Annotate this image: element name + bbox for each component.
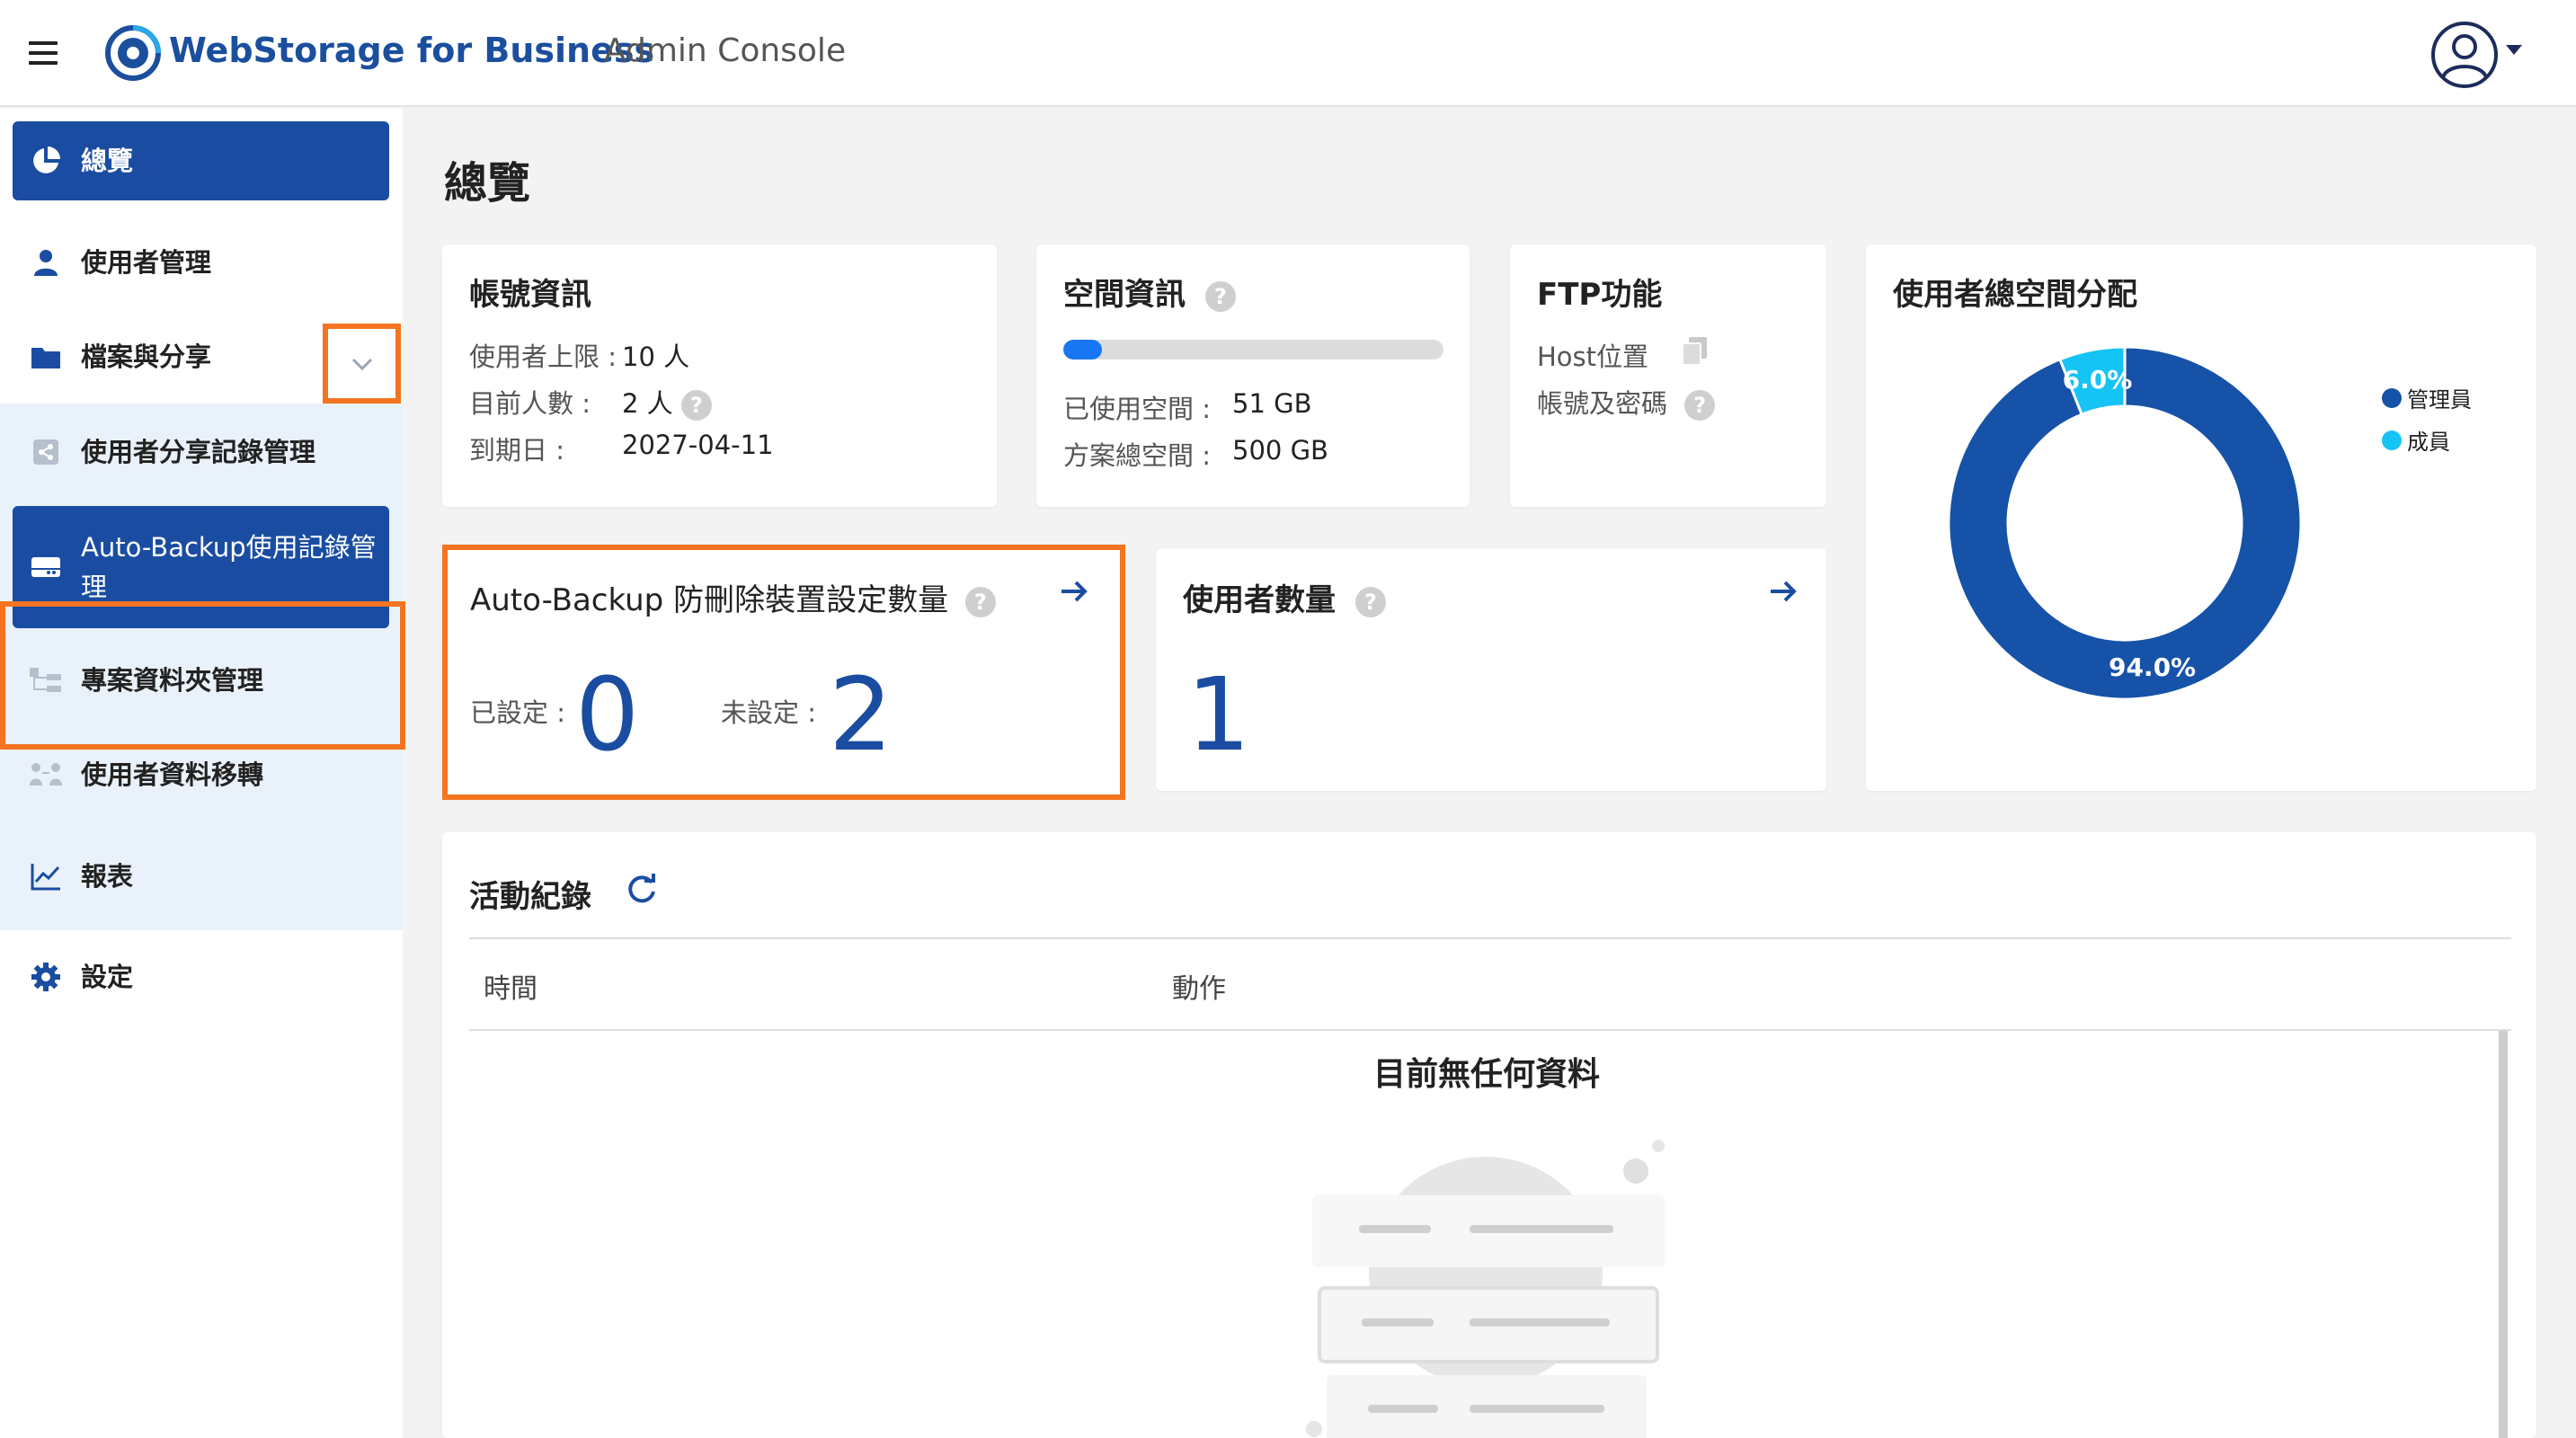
user-icon <box>29 245 63 280</box>
expiry-label: 到期日 : <box>469 435 564 466</box>
ftp-card: FTP功能 Host位置 帳號及密碼 ? <box>1510 244 1826 507</box>
legend-item-admin: 管理員 <box>2382 382 2472 413</box>
chevron-down-icon <box>351 358 372 370</box>
share-icon <box>29 435 63 469</box>
help-icon[interactable]: ? <box>680 390 712 421</box>
ftp-card-title: FTP功能 <box>1537 277 1663 313</box>
ftp-host-label: Host位置 <box>1537 342 1649 372</box>
space-title-text: 空間資訊 <box>1063 277 1186 313</box>
copy-icon[interactable] <box>1681 336 1710 367</box>
help-icon[interactable]: ? <box>1684 390 1716 421</box>
hamburger-icon[interactable] <box>29 41 58 65</box>
activity-log-title: 活動紀錄 <box>469 879 591 915</box>
help-icon[interactable]: ? <box>1204 280 1236 312</box>
sidebar-item-label: Auto-Backup使用記錄管理 <box>81 532 377 602</box>
scrollbar[interactable] <box>2499 1031 2508 1438</box>
legend-item-member: 成員 <box>2382 424 2450 456</box>
used-space-label: 已使用空間 : <box>1063 394 1211 424</box>
sidebar-item-label: 總覽 <box>81 146 134 176</box>
ftp-host-row: Host位置 <box>1537 336 1707 374</box>
legend-dot-admin <box>2382 387 2402 408</box>
folder-icon <box>29 340 63 374</box>
tree-icon <box>29 663 63 697</box>
user-limit-row: 使用者上限 : 10 人 <box>469 336 689 374</box>
storage-distribution-card: 使用者總空間分配 94.0% 6.0% 管理員 成員 <box>1866 244 2536 791</box>
sidebar: 總覽 使用者管理 檔案與分享 使用者分享記錄管理 Auto-Backup使用記錄… <box>0 109 405 1438</box>
brand-name: WebStorage for Business <box>169 31 655 70</box>
user-avatar-icon[interactable] <box>2429 20 2500 90</box>
user-count-card-title: 使用者數量 ? <box>1183 575 1386 619</box>
sidebar-item-label: 專案資料夾管理 <box>81 665 264 696</box>
sidebar-item-user-management[interactable]: 使用者管理 <box>13 223 389 302</box>
avatar-dropdown-caret-icon[interactable] <box>2506 45 2522 55</box>
sidebar-item-reports[interactable]: 報表 <box>13 837 389 916</box>
donut-label-member: 6.0% <box>2063 365 2133 395</box>
sidebar-item-label: 使用者分享記錄管理 <box>81 437 316 467</box>
user-count-label: 目前人數 : <box>469 388 591 419</box>
sidebar-item-overview[interactable]: 總覽 <box>13 121 389 200</box>
expiry-row: 到期日 : 2027-04-11 <box>469 430 774 467</box>
space-usage-progress-fill <box>1063 340 1103 360</box>
sidebar-item-share-log[interactable]: 使用者分享記錄管理 <box>13 413 389 492</box>
empty-state-text: 目前無任何資料 <box>1372 1056 1600 1093</box>
user-count-text: 2 人 <box>622 388 673 419</box>
sidebar-item-settings[interactable]: 設定 <box>13 937 389 1016</box>
brand-subtitle: Admin Console <box>604 32 847 69</box>
space-card-title: 空間資訊 ? <box>1063 270 1236 314</box>
drive-icon <box>29 550 63 584</box>
user-count-title-text: 使用者數量 <box>1183 582 1336 618</box>
arrow-right-icon[interactable] <box>1767 575 1799 608</box>
expiry-value: 2027-04-11 <box>622 430 774 460</box>
webstorage-logo-icon <box>105 25 161 81</box>
used-space-row: 已使用空間 : 51 GB <box>1063 388 1312 426</box>
pie-chart-icon <box>29 144 63 178</box>
space-info-card: 空間資訊 ? 已使用空間 : 51 GB 方案總空間 : 500 GB <box>1036 244 1470 507</box>
total-space-value: 500 GB <box>1232 435 1328 466</box>
used-space-value: 51 GB <box>1232 388 1312 419</box>
legend-dot-member <box>2382 430 2402 450</box>
column-header-action: 動作 <box>1172 973 1226 1005</box>
sidebar-item-project-folders[interactable]: 專案資料夾管理 <box>13 641 389 720</box>
empty-state-illustration <box>1306 1140 1665 1438</box>
account-card-title: 帳號資訊 <box>469 277 591 313</box>
refresh-icon[interactable] <box>625 872 659 906</box>
legend-label-admin: 管理員 <box>2407 387 2472 413</box>
page-title: 總覽 <box>444 158 531 209</box>
sidebar-item-label: 設定 <box>81 962 134 992</box>
storage-dist-title: 使用者總空間分配 <box>1893 277 2137 313</box>
donut-label-admin: 94.0% <box>2109 652 2196 682</box>
user-limit-value: 10 人 <box>622 342 690 372</box>
legend-label-member: 成員 <box>2407 430 2450 455</box>
user-count-row: 目前人數 : 2 人 ? <box>469 383 712 421</box>
gear-icon <box>29 960 63 994</box>
top-header: WebStorage for Business Admin Console <box>0 0 2576 107</box>
column-header-time: 時間 <box>484 973 537 1005</box>
sidebar-item-data-transfer[interactable]: 使用者資料移轉 <box>13 735 389 814</box>
help-icon[interactable]: ? <box>1355 586 1386 617</box>
expand-toggle-button[interactable] <box>323 324 401 404</box>
ftp-account-label: 帳號及密碼 <box>1537 388 1668 419</box>
space-usage-progress-bar <box>1063 340 1443 360</box>
user-count-card[interactable]: 使用者數量 ? 1 <box>1156 548 1826 791</box>
line-chart-icon <box>29 859 63 893</box>
autobackup-card-highlight <box>442 545 1125 800</box>
user-count-value: 1 <box>1186 657 1251 774</box>
user-count-value: 2 人 ? <box>622 383 712 421</box>
total-space-label: 方案總空間 : <box>1063 440 1211 471</box>
sidebar-item-label: 使用者管理 <box>81 247 212 278</box>
activity-table-header: 時間 動作 <box>469 937 2511 1031</box>
sidebar-item-label: 報表 <box>81 861 134 892</box>
sidebar-item-label: 使用者資料移轉 <box>81 759 264 790</box>
total-space-row: 方案總空間 : 500 GB <box>1063 435 1328 473</box>
transfer-icon <box>29 758 63 792</box>
ftp-account-row: 帳號及密碼 ? <box>1537 383 1716 421</box>
user-limit-label: 使用者上限 : <box>469 342 617 372</box>
account-info-card: 帳號資訊 使用者上限 : 10 人 目前人數 : 2 人 ? 到期日 : 202… <box>442 244 997 507</box>
storage-donut-chart: 94.0% 6.0% <box>1947 345 2303 701</box>
sidebar-item-label: 檔案與分享 <box>81 342 212 372</box>
